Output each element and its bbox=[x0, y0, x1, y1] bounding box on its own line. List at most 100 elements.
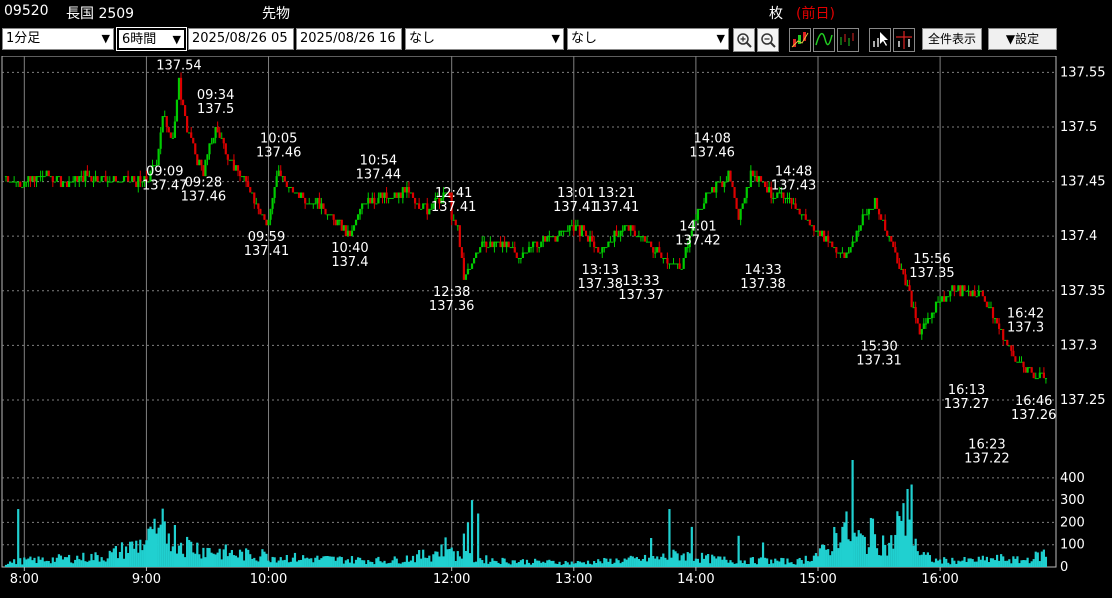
volume-bar bbox=[572, 563, 575, 567]
indicator1-select[interactable]: なし ▼ bbox=[405, 28, 564, 50]
candle-body bbox=[238, 170, 242, 177]
volume-bar bbox=[391, 560, 394, 567]
candle-body bbox=[973, 290, 976, 297]
candle-body bbox=[977, 290, 980, 297]
zoom-in-button[interactable] bbox=[733, 28, 755, 52]
candle-body bbox=[100, 176, 103, 182]
candle-body bbox=[637, 236, 641, 238]
candle-body bbox=[757, 176, 761, 182]
volume-bar bbox=[466, 522, 470, 567]
volume-bar bbox=[853, 532, 856, 567]
bar-mode-button[interactable] bbox=[837, 28, 859, 52]
volume-bar bbox=[365, 564, 368, 567]
volume-bar bbox=[818, 548, 822, 567]
volume-bar bbox=[810, 560, 813, 567]
volume-bar bbox=[116, 558, 120, 567]
candle-body bbox=[841, 252, 844, 254]
candle-body bbox=[1032, 372, 1035, 379]
volume-bar bbox=[900, 520, 903, 567]
annotation-price: 137.41 bbox=[244, 244, 290, 259]
annotation-time: 13:13 bbox=[582, 263, 619, 278]
volume-bar bbox=[825, 549, 828, 567]
volume-bar bbox=[499, 564, 502, 567]
chevron-down-icon: ▼ bbox=[716, 32, 725, 45]
line-mode-button[interactable] bbox=[813, 28, 835, 52]
candle-body bbox=[13, 181, 16, 183]
volume-bar bbox=[348, 562, 352, 567]
candle-body bbox=[991, 307, 995, 319]
annotation-time: 13:21 bbox=[598, 186, 635, 201]
volume-bar bbox=[961, 560, 964, 567]
volume-bar bbox=[106, 558, 109, 567]
indicator2-select[interactable]: なし ▼ bbox=[567, 28, 729, 50]
volume-bar bbox=[33, 557, 36, 567]
volume-bar bbox=[749, 557, 752, 567]
volume-bar bbox=[1044, 556, 1048, 567]
volume-bar bbox=[216, 552, 219, 567]
volume-bar bbox=[688, 553, 691, 567]
candle-body bbox=[554, 236, 557, 242]
volume-bar bbox=[784, 564, 787, 567]
volume-bar bbox=[904, 535, 907, 567]
candle-body bbox=[454, 219, 457, 226]
volume-bar bbox=[1034, 551, 1037, 567]
volume-bar bbox=[977, 556, 980, 567]
volume-bar bbox=[143, 544, 146, 567]
fit-all-button[interactable]: 全件表示 bbox=[922, 28, 982, 50]
candle-body bbox=[904, 274, 907, 286]
cursor-tool-button[interactable] bbox=[869, 28, 891, 52]
candlestick-mode-button[interactable] bbox=[789, 28, 811, 52]
volume-bar bbox=[745, 564, 748, 567]
candle-body bbox=[460, 247, 463, 258]
date-to-input[interactable]: 2025/08/26 16 bbox=[296, 28, 402, 50]
volume-bar bbox=[676, 553, 679, 567]
zoom-out-button[interactable] bbox=[757, 28, 779, 52]
interval-select[interactable]: 1分足 ▼ bbox=[2, 28, 114, 50]
candle-body bbox=[53, 181, 56, 183]
volume-bar bbox=[613, 562, 616, 567]
candle-body bbox=[609, 241, 612, 243]
candle-body bbox=[86, 170, 89, 177]
candle-body bbox=[261, 214, 264, 216]
volume-bar bbox=[538, 560, 541, 567]
volume-bar bbox=[645, 561, 649, 567]
candle-body bbox=[497, 241, 500, 243]
candle-body bbox=[800, 214, 803, 216]
crosshair-tool-button[interactable] bbox=[893, 28, 915, 52]
candle-body bbox=[851, 241, 854, 248]
date-from-input[interactable]: 2025/08/26 05 bbox=[188, 28, 294, 50]
span-select[interactable]: 6時間 ▼ bbox=[116, 27, 187, 51]
price-volume-chart[interactable]: 137.25 137.3 137.35 137.4 137.45 137.5 137.55 0… bbox=[0, 56, 1112, 598]
volume-bar bbox=[778, 561, 781, 567]
volume-bar bbox=[820, 544, 824, 567]
volume-bar bbox=[527, 562, 531, 567]
volume-bar bbox=[879, 555, 883, 567]
volume-bar bbox=[438, 556, 441, 567]
candle-body bbox=[344, 225, 347, 237]
candle-body bbox=[63, 181, 67, 183]
candle-body bbox=[194, 143, 197, 155]
candle-body bbox=[359, 208, 362, 215]
candle-body bbox=[330, 214, 333, 216]
volume-bar bbox=[283, 559, 286, 567]
candle-body bbox=[971, 290, 974, 297]
candle-body bbox=[312, 203, 315, 205]
candle-body bbox=[562, 230, 565, 232]
volume-bar bbox=[525, 559, 529, 567]
candle-body bbox=[1000, 328, 1003, 330]
settings-button[interactable]: ▼設定 bbox=[988, 28, 1057, 50]
volume-bar bbox=[823, 544, 826, 567]
candle-body bbox=[302, 192, 305, 198]
volume-bar bbox=[672, 549, 675, 567]
volume-bar bbox=[17, 509, 20, 567]
candle-body bbox=[275, 176, 278, 188]
candle-body bbox=[580, 225, 584, 237]
volume-bar bbox=[344, 560, 347, 567]
candle-body bbox=[1020, 361, 1023, 363]
candle-body bbox=[558, 230, 561, 237]
candle-body bbox=[631, 225, 634, 231]
volume-bar bbox=[851, 460, 854, 567]
volume-bar bbox=[603, 557, 606, 567]
volume-bar bbox=[200, 558, 203, 567]
candle-body bbox=[76, 176, 79, 182]
